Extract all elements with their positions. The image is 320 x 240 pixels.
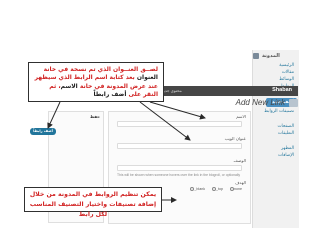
dashboard-icon bbox=[253, 53, 259, 59]
target-option-top[interactable]: _top bbox=[211, 187, 223, 192]
admin-bar: Shaban محتوى جديد تعليقات bbox=[144, 86, 298, 96]
sidebar-item-link-categories[interactable]: تصنيفات الروابط bbox=[253, 108, 299, 115]
web-address-input[interactable] bbox=[117, 143, 242, 149]
instruction-callout-bottom: يمكن تنظيم الروابط في المدونة من خلال إض… bbox=[24, 187, 162, 218]
sidebar-separator-2 bbox=[253, 137, 299, 145]
callout-emph-button: أضف رابطاً bbox=[93, 91, 127, 99]
callout-emph-address: العنوان bbox=[136, 74, 158, 82]
target-option-none[interactable]: none bbox=[229, 187, 242, 192]
sidebar-item-plugins[interactable]: الإضافات bbox=[253, 152, 299, 159]
callout-emph-name: الاسم bbox=[60, 82, 78, 90]
sidebar-separator bbox=[253, 115, 299, 123]
links-icon bbox=[289, 98, 298, 107]
target-label: الهدف bbox=[235, 180, 246, 185]
save-panel-title: حفظ bbox=[89, 114, 100, 119]
add-link-button[interactable]: أضف رابطاً bbox=[30, 128, 56, 135]
address-label: عنوان الويب bbox=[224, 136, 246, 141]
name-input[interactable] bbox=[117, 121, 242, 127]
description-hint: This will be shown when someone hovers o… bbox=[117, 173, 241, 177]
site-name-link[interactable]: Shaban bbox=[272, 87, 292, 93]
sidebar-item-media[interactable]: الوسائط bbox=[253, 76, 299, 83]
page-header: Add New Link bbox=[186, 97, 298, 108]
admin-sidebar: المدونة الرئيسية مقالات الوسائط الروابط … bbox=[252, 50, 299, 228]
sidebar-item-pages[interactable]: الصفحات bbox=[253, 123, 299, 130]
instruction-callout-top: لصــق العنــوان الذي تم نسخة في خانة الع… bbox=[28, 62, 164, 102]
name-label: الاسم bbox=[236, 114, 246, 119]
page-title: Add New Link bbox=[235, 98, 285, 107]
description-label: الوصف bbox=[233, 158, 247, 163]
sidebar-header-label: المدونة bbox=[262, 53, 280, 59]
sidebar-item-posts[interactable]: مقالات bbox=[253, 69, 299, 76]
sidebar-item-comments[interactable]: التعليقات bbox=[253, 130, 299, 137]
sidebar-item-appearance[interactable]: المظهر bbox=[253, 145, 299, 152]
sidebar-header[interactable]: المدونة bbox=[253, 50, 299, 62]
description-input[interactable] bbox=[117, 165, 242, 171]
target-option-blank[interactable]: _blank bbox=[189, 187, 205, 192]
sidebar-item-home[interactable]: الرئيسية bbox=[253, 62, 299, 69]
